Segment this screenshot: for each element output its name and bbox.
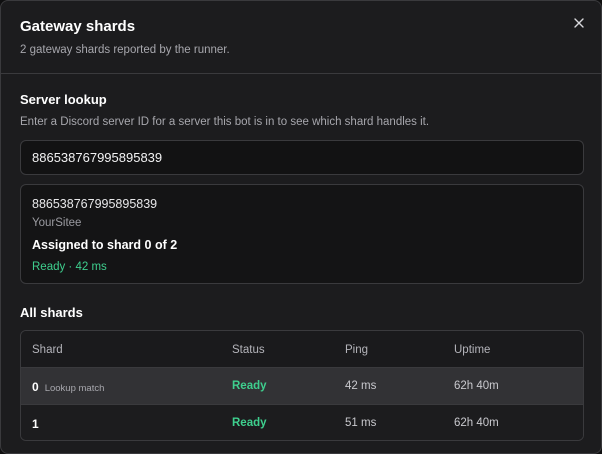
table-row[interactable]: 0 Lookup match Ready 42 ms 62h 40m: [21, 368, 583, 405]
dialog-header: Gateway shards 2 gateway shards reported…: [1, 1, 601, 74]
column-header-uptime: Uptime: [454, 344, 491, 356]
shard-number: 0: [32, 380, 39, 394]
table-row[interactable]: 1 Ready 51 ms 62h 40m: [21, 405, 583, 440]
lookup-result-card: 886538767995895839 YourSitee Assigned to…: [20, 184, 584, 284]
ping-cell: 42 ms: [345, 380, 377, 392]
dialog-subtitle: 2 gateway shards reported by the runner.: [20, 44, 230, 56]
result-shard-assignment: Assigned to shard 0 of 2: [32, 238, 178, 252]
ping-cell: 51 ms: [345, 417, 377, 429]
close-button[interactable]: [570, 14, 588, 32]
result-server-name: YourSitee: [32, 217, 82, 229]
shard-cell: 0 Lookup match: [32, 380, 104, 394]
server-id-input[interactable]: [20, 140, 584, 175]
shards-table: Shard Status Ping Uptime 0 Lookup match R…: [20, 330, 584, 441]
status-cell: Ready: [232, 380, 267, 392]
gateway-shards-dialog: Gateway shards 2 gateway shards reported…: [0, 0, 602, 454]
result-status: Ready · 42 ms: [32, 261, 107, 273]
column-header-shard: Shard: [32, 344, 63, 356]
uptime-cell: 62h 40m: [454, 380, 499, 392]
uptime-cell: 62h 40m: [454, 417, 499, 429]
column-header-ping: Ping: [345, 344, 369, 356]
lookup-match-tag: Lookup match: [44, 383, 105, 394]
shard-number: 1: [32, 417, 39, 431]
dialog-title: Gateway shards: [20, 18, 136, 35]
shard-cell: 1: [32, 417, 39, 431]
close-icon: [574, 18, 584, 28]
column-header-status: Status: [232, 344, 265, 356]
result-server-id: 886538767995895839: [32, 197, 158, 211]
table-header: Shard Status Ping Uptime: [21, 331, 583, 368]
server-lookup-heading: Server lookup: [20, 92, 107, 107]
all-shards-heading: All shards: [20, 305, 83, 320]
status-cell: Ready: [232, 417, 267, 429]
server-lookup-description: Enter a Discord server ID for a server t…: [20, 116, 430, 128]
